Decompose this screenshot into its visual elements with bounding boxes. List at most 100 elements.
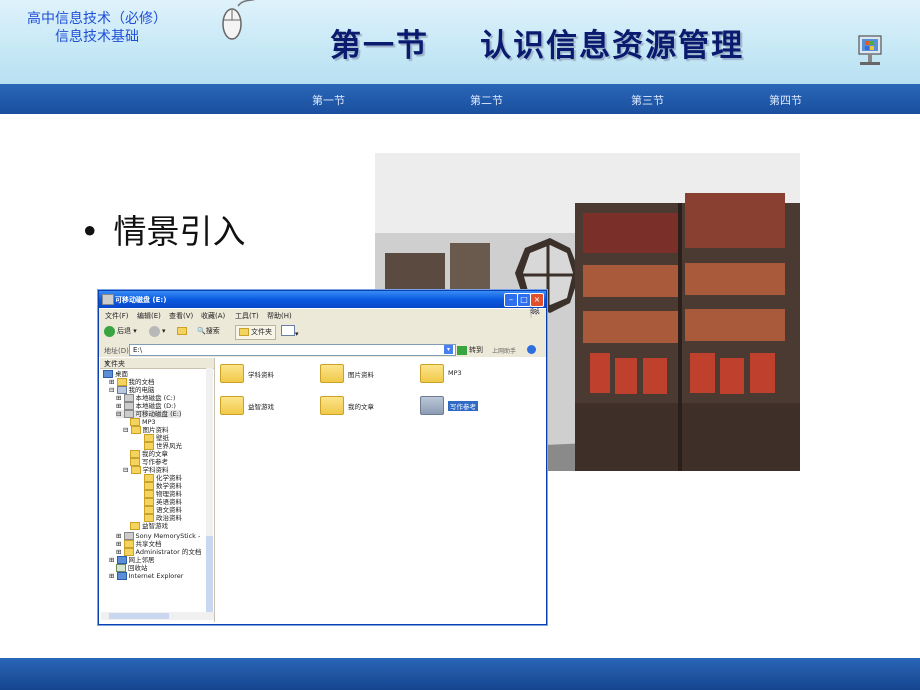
tree-item[interactable]: 世界风光 xyxy=(144,442,182,450)
course-line2: 信息技术基础 xyxy=(55,29,139,45)
tree-item[interactable]: 壁纸 xyxy=(144,434,169,442)
tree-item-memorystick[interactable]: ⊞ Sony MemoryStick - xyxy=(116,532,200,540)
toolbar: 后退 ▾ ▾ 🔍搜索 文件夹 ▾ xyxy=(99,321,546,344)
folder-icon xyxy=(144,482,154,490)
bullet-point: • 情景引入 xyxy=(80,205,245,253)
menu-edit[interactable]: 编辑(E) xyxy=(137,311,161,321)
tree-item[interactable]: 写作参考 xyxy=(130,458,168,466)
folders-button[interactable]: 文件夹 xyxy=(235,325,276,340)
address-dropdown-button[interactable]: ▾ xyxy=(444,345,453,354)
file-item[interactable]: 益智游戏 xyxy=(220,396,300,416)
tree-item[interactable]: 语文资料 xyxy=(144,506,182,514)
go-arrow-icon xyxy=(457,345,467,355)
file-item[interactable]: 图片资料 xyxy=(320,364,400,384)
slide-title: 第一节 认识信息资源管理 xyxy=(330,28,745,64)
bullet-dot-icon: • xyxy=(80,212,100,251)
tree-item-network[interactable]: ⊞ 网上邻居 xyxy=(109,556,155,564)
tree-item-ie[interactable]: ⊞ Internet Explorer xyxy=(109,572,183,580)
menu-favorites[interactable]: 收藏(A) xyxy=(201,311,225,321)
tree-item-drive-e[interactable]: ⊟ 可移动磁盘 (E:) xyxy=(116,410,182,418)
tree-item[interactable]: ⊟ 图片资料 xyxy=(123,426,169,434)
menu-file[interactable]: 文件(F) xyxy=(105,311,129,321)
up-folder-button[interactable] xyxy=(177,325,189,338)
tree-item-recycle-bin[interactable]: 回收站 xyxy=(116,564,148,572)
folder-icon xyxy=(220,396,244,415)
disk-icon xyxy=(123,532,134,540)
folder-icon xyxy=(130,450,140,458)
tree-close-button[interactable]: × xyxy=(104,359,110,367)
tree-vertical-scrollbar[interactable] xyxy=(206,368,213,620)
bullet-text: 情景引入 xyxy=(113,212,246,251)
minimize-button[interactable]: – xyxy=(504,293,518,307)
search-label: 搜索 xyxy=(205,327,220,335)
address-input[interactable]: E:\ xyxy=(129,344,456,356)
window-titlebar[interactable]: 可移动磁盘 (E:) – □ × xyxy=(99,291,546,308)
desktop-icon xyxy=(103,370,113,378)
back-button[interactable]: 后退 ▾ xyxy=(104,325,137,338)
tree-item[interactable]: ⊟ 学科资料 xyxy=(123,466,169,474)
course-line1: 高中信息技术（必修） xyxy=(27,11,167,27)
views-icon xyxy=(281,325,295,336)
nav-section-2[interactable]: 第二节 xyxy=(470,92,503,108)
tree-item-mycomputer[interactable]: ⊟ 我的电脑 xyxy=(109,386,155,394)
go-label: 转到 xyxy=(469,346,483,354)
assistant-icon[interactable] xyxy=(527,345,536,354)
folder-icon xyxy=(130,418,140,426)
search-button[interactable]: 🔍搜索 xyxy=(197,325,220,338)
folder-icon xyxy=(144,498,154,506)
up-folder-icon xyxy=(177,327,187,335)
file-item-selected[interactable]: 写作参考 xyxy=(420,396,500,416)
tree-item[interactable]: 英语资料 xyxy=(144,498,182,506)
menu-help[interactable]: 帮助(H) xyxy=(267,311,292,321)
tree-item[interactable]: 益智游戏 xyxy=(130,522,168,530)
search-icon: 🔍 xyxy=(197,327,206,335)
course-title: 高中信息技术（必修） 信息技术基础 xyxy=(12,10,182,46)
disk-icon xyxy=(123,394,134,402)
folder-icon xyxy=(130,466,141,474)
file-item[interactable]: 我的文章 xyxy=(320,396,400,416)
tree-item[interactable]: 政治资料 xyxy=(144,514,182,522)
tree-item[interactable]: MP3 xyxy=(130,418,156,426)
forward-button[interactable]: ▾ xyxy=(149,325,166,338)
folder-tree: 文件夹 × 桌面 ⊞ 我的文档 ⊟ 我的电脑 ⊞ 本地磁盘 (C:) ⊞ 本地磁… xyxy=(100,358,215,622)
folders-label: 文件夹 xyxy=(251,328,272,336)
explorer-window: 可移动磁盘 (E:) – □ × 文件(F) 编辑(E) 查看(V) 收藏(A)… xyxy=(98,290,547,625)
tree-item[interactable]: 化学资料 xyxy=(144,474,182,482)
computer-small-icon xyxy=(116,386,127,394)
nav-section-4[interactable]: 第四节 xyxy=(769,92,802,108)
tree-item[interactable]: 我的文章 xyxy=(130,450,168,458)
scrollbar-thumb[interactable] xyxy=(109,613,169,619)
tree-item[interactable]: 数学资料 xyxy=(144,482,182,490)
folder-icon xyxy=(123,548,134,556)
close-button[interactable]: × xyxy=(530,293,544,307)
folder-icon xyxy=(144,506,154,514)
menu-tools[interactable]: 工具(T) xyxy=(235,311,259,321)
tree-item-mydocs[interactable]: ⊞ 我的文档 xyxy=(109,378,155,386)
maximize-button[interactable]: □ xyxy=(517,293,531,307)
address-label: 地址(D) xyxy=(104,347,129,355)
views-button[interactable]: ▾ xyxy=(281,325,299,338)
file-item[interactable]: MP3 xyxy=(420,364,500,384)
tree-item-drive-c[interactable]: ⊞ 本地磁盘 (C:) xyxy=(116,394,175,402)
tree-item[interactable]: ⊞ 共享文档 xyxy=(116,540,162,548)
back-arrow-icon xyxy=(104,325,115,337)
removable-disk-icon xyxy=(123,410,134,418)
internet-explorer-icon xyxy=(116,572,127,580)
tree-item-drive-d[interactable]: ⊞ 本地磁盘 (D:) xyxy=(116,402,176,410)
back-label: 后退 xyxy=(117,327,131,335)
nav-section-3[interactable]: 第三节 xyxy=(631,92,664,108)
tree-horizontal-scrollbar[interactable] xyxy=(101,612,214,620)
disk-icon xyxy=(123,402,134,410)
windows-logo-icon: 🏁 xyxy=(529,309,541,319)
scrollbar-thumb[interactable] xyxy=(206,536,213,616)
tree-item[interactable]: ⊞ Administrator 的文档 xyxy=(116,548,201,556)
links-label[interactable]: 上网助手 xyxy=(492,346,516,355)
tree-item[interactable]: 物理资料 xyxy=(144,490,182,498)
folder-icon xyxy=(220,364,244,383)
tree-item-desktop[interactable]: 桌面 xyxy=(103,370,128,378)
nav-section-1[interactable]: 第一节 xyxy=(312,92,345,108)
menu-view[interactable]: 查看(V) xyxy=(169,311,193,321)
file-item[interactable]: 学科资料 xyxy=(220,364,300,384)
go-button[interactable]: 转到 xyxy=(457,345,483,355)
folder-icon xyxy=(116,378,127,386)
